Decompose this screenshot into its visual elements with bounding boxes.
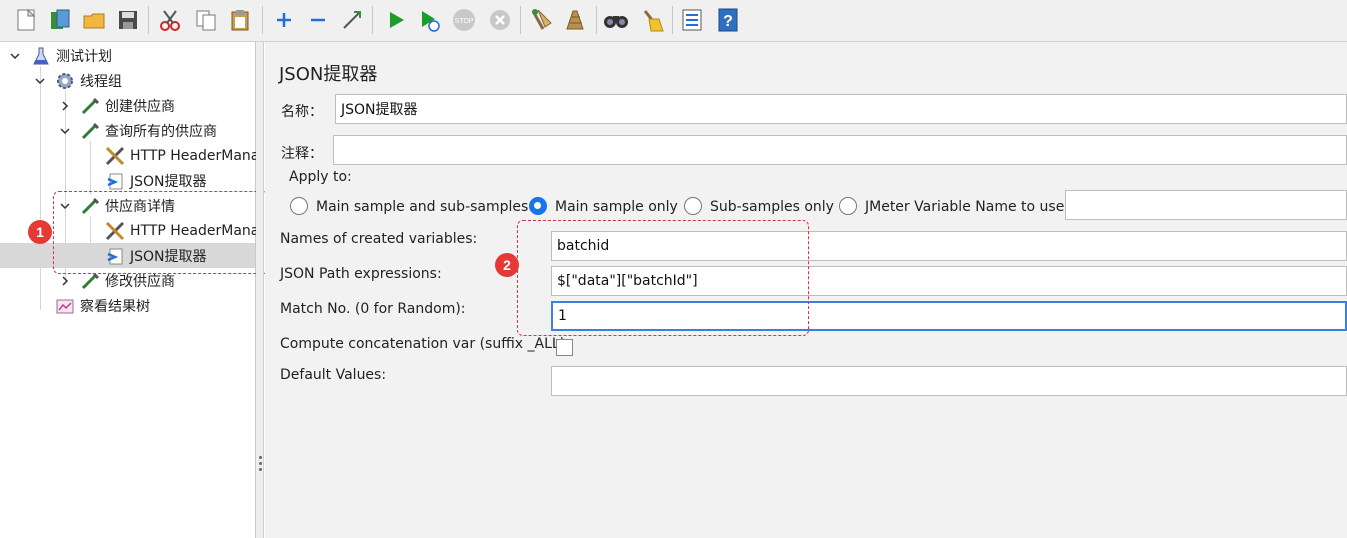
tree-item-label: 创建供应商 (105, 99, 175, 115)
tree-item-label: HTTP HeaderMana (130, 148, 260, 164)
extractor-icon (104, 170, 126, 192)
json-path-label: JSON Path expressions: (280, 266, 442, 282)
results-tree-icon (54, 295, 76, 317)
chevron-right-icon[interactable] (58, 99, 72, 113)
svg-text:STOP: STOP (455, 18, 474, 25)
annotation-box-2 (517, 220, 809, 336)
search-icon[interactable] (602, 6, 630, 34)
json-extractor-panel: JSON提取器 名称： JSON提取器 注释： Apply to: Main s… (265, 42, 1347, 538)
stop-icon[interactable]: STOP (450, 6, 478, 34)
pipette-icon (79, 95, 101, 117)
name-field[interactable]: JSON提取器 (335, 94, 1347, 124)
toggle-icon[interactable] (338, 6, 366, 34)
radio-sub-only[interactable] (684, 197, 702, 215)
save-icon[interactable] (114, 6, 142, 34)
function-helper-icon[interactable] (678, 6, 706, 34)
reset-search-icon[interactable] (638, 6, 666, 34)
annotation-badge-1: 1 (28, 220, 52, 244)
name-label: 名称： (281, 104, 323, 120)
radio-main-and-sub-label: Main sample and sub-samples (316, 199, 529, 215)
open-icon[interactable] (80, 6, 108, 34)
radio-sub-only-label: Sub-samples only (710, 199, 834, 215)
panel-title: JSON提取器 (279, 64, 378, 85)
clear-all-icon[interactable] (562, 6, 590, 34)
radio-main-only-label: Main sample only (555, 199, 678, 215)
chevron-down-icon[interactable] (58, 124, 72, 138)
names-label: Names of created variables: (280, 231, 478, 247)
concat-label: Compute concatenation var (suffix _ALL): (280, 336, 570, 352)
tree-item-http-header-manager[interactable]: HTTP HeaderMana (104, 144, 259, 168)
chevron-down-icon[interactable] (33, 74, 47, 88)
tools-icon (104, 145, 126, 167)
splitter[interactable] (256, 42, 264, 538)
tree-item-test-plan[interactable]: 测试计划 (30, 44, 112, 68)
comment-label: 注释： (281, 146, 323, 162)
default-values-label: Default Values: (280, 367, 387, 383)
annotation-box-1 (53, 191, 269, 274)
tree-item-label: 查询所有的供应商 (105, 124, 217, 140)
radio-jmeter-var[interactable] (839, 197, 857, 215)
test-plan-tree: 测试计划 线程组 创建供应商 查询所有的供应商 HTTP HeaderMana (0, 42, 269, 538)
clear-icon[interactable] (526, 6, 554, 34)
expand-icon[interactable] (270, 6, 298, 34)
tree-item-query-suppliers[interactable]: 查询所有的供应商 (79, 119, 217, 143)
tree-item-view-results-tree[interactable]: 察看结果树 (54, 294, 150, 318)
radio-jmeter-var-label: JMeter Variable Name to use (865, 199, 1065, 215)
tree-item-label: 测试计划 (56, 49, 112, 65)
start-icon[interactable] (382, 6, 410, 34)
toolbar: STOP ? (0, 0, 1347, 42)
tree-item-create-supplier[interactable]: 创建供应商 (79, 94, 175, 118)
chevron-right-icon[interactable] (58, 274, 72, 288)
tree-item-label: 修改供应商 (105, 274, 175, 290)
radio-main-only[interactable] (529, 197, 547, 215)
tree-item-label: JSON提取器 (130, 174, 207, 190)
tree-item-thread-group[interactable]: 线程组 (54, 69, 122, 93)
apply-to-label: Apply to: (289, 169, 352, 185)
concat-checkbox[interactable] (556, 339, 573, 356)
help-icon[interactable]: ? (714, 6, 742, 34)
annotation-badge-2: 2 (495, 253, 519, 277)
paste-icon[interactable] (226, 6, 254, 34)
match-no-label: Match No. (0 for Random): (280, 301, 466, 317)
tree-item-json-extractor[interactable]: JSON提取器 (104, 169, 207, 193)
chevron-down-icon[interactable] (8, 49, 22, 63)
tree-item-label: 察看结果树 (80, 299, 150, 315)
new-icon[interactable] (12, 6, 40, 34)
copy-icon[interactable] (192, 6, 220, 34)
default-values-field[interactable] (551, 366, 1347, 396)
collapse-icon[interactable] (304, 6, 332, 34)
templates-icon[interactable] (46, 6, 74, 34)
gear-icon (54, 70, 76, 92)
pipette-icon (79, 120, 101, 142)
radio-main-and-sub[interactable] (290, 197, 308, 215)
comment-field[interactable] (333, 135, 1347, 165)
start-no-pause-icon[interactable] (416, 6, 444, 34)
shutdown-icon[interactable] (486, 6, 514, 34)
cut-icon[interactable] (156, 6, 184, 34)
svg-text:?: ? (723, 13, 733, 30)
flask-icon (30, 45, 52, 67)
tree-item-label: 线程组 (80, 74, 122, 90)
jmeter-var-field[interactable] (1065, 190, 1347, 220)
